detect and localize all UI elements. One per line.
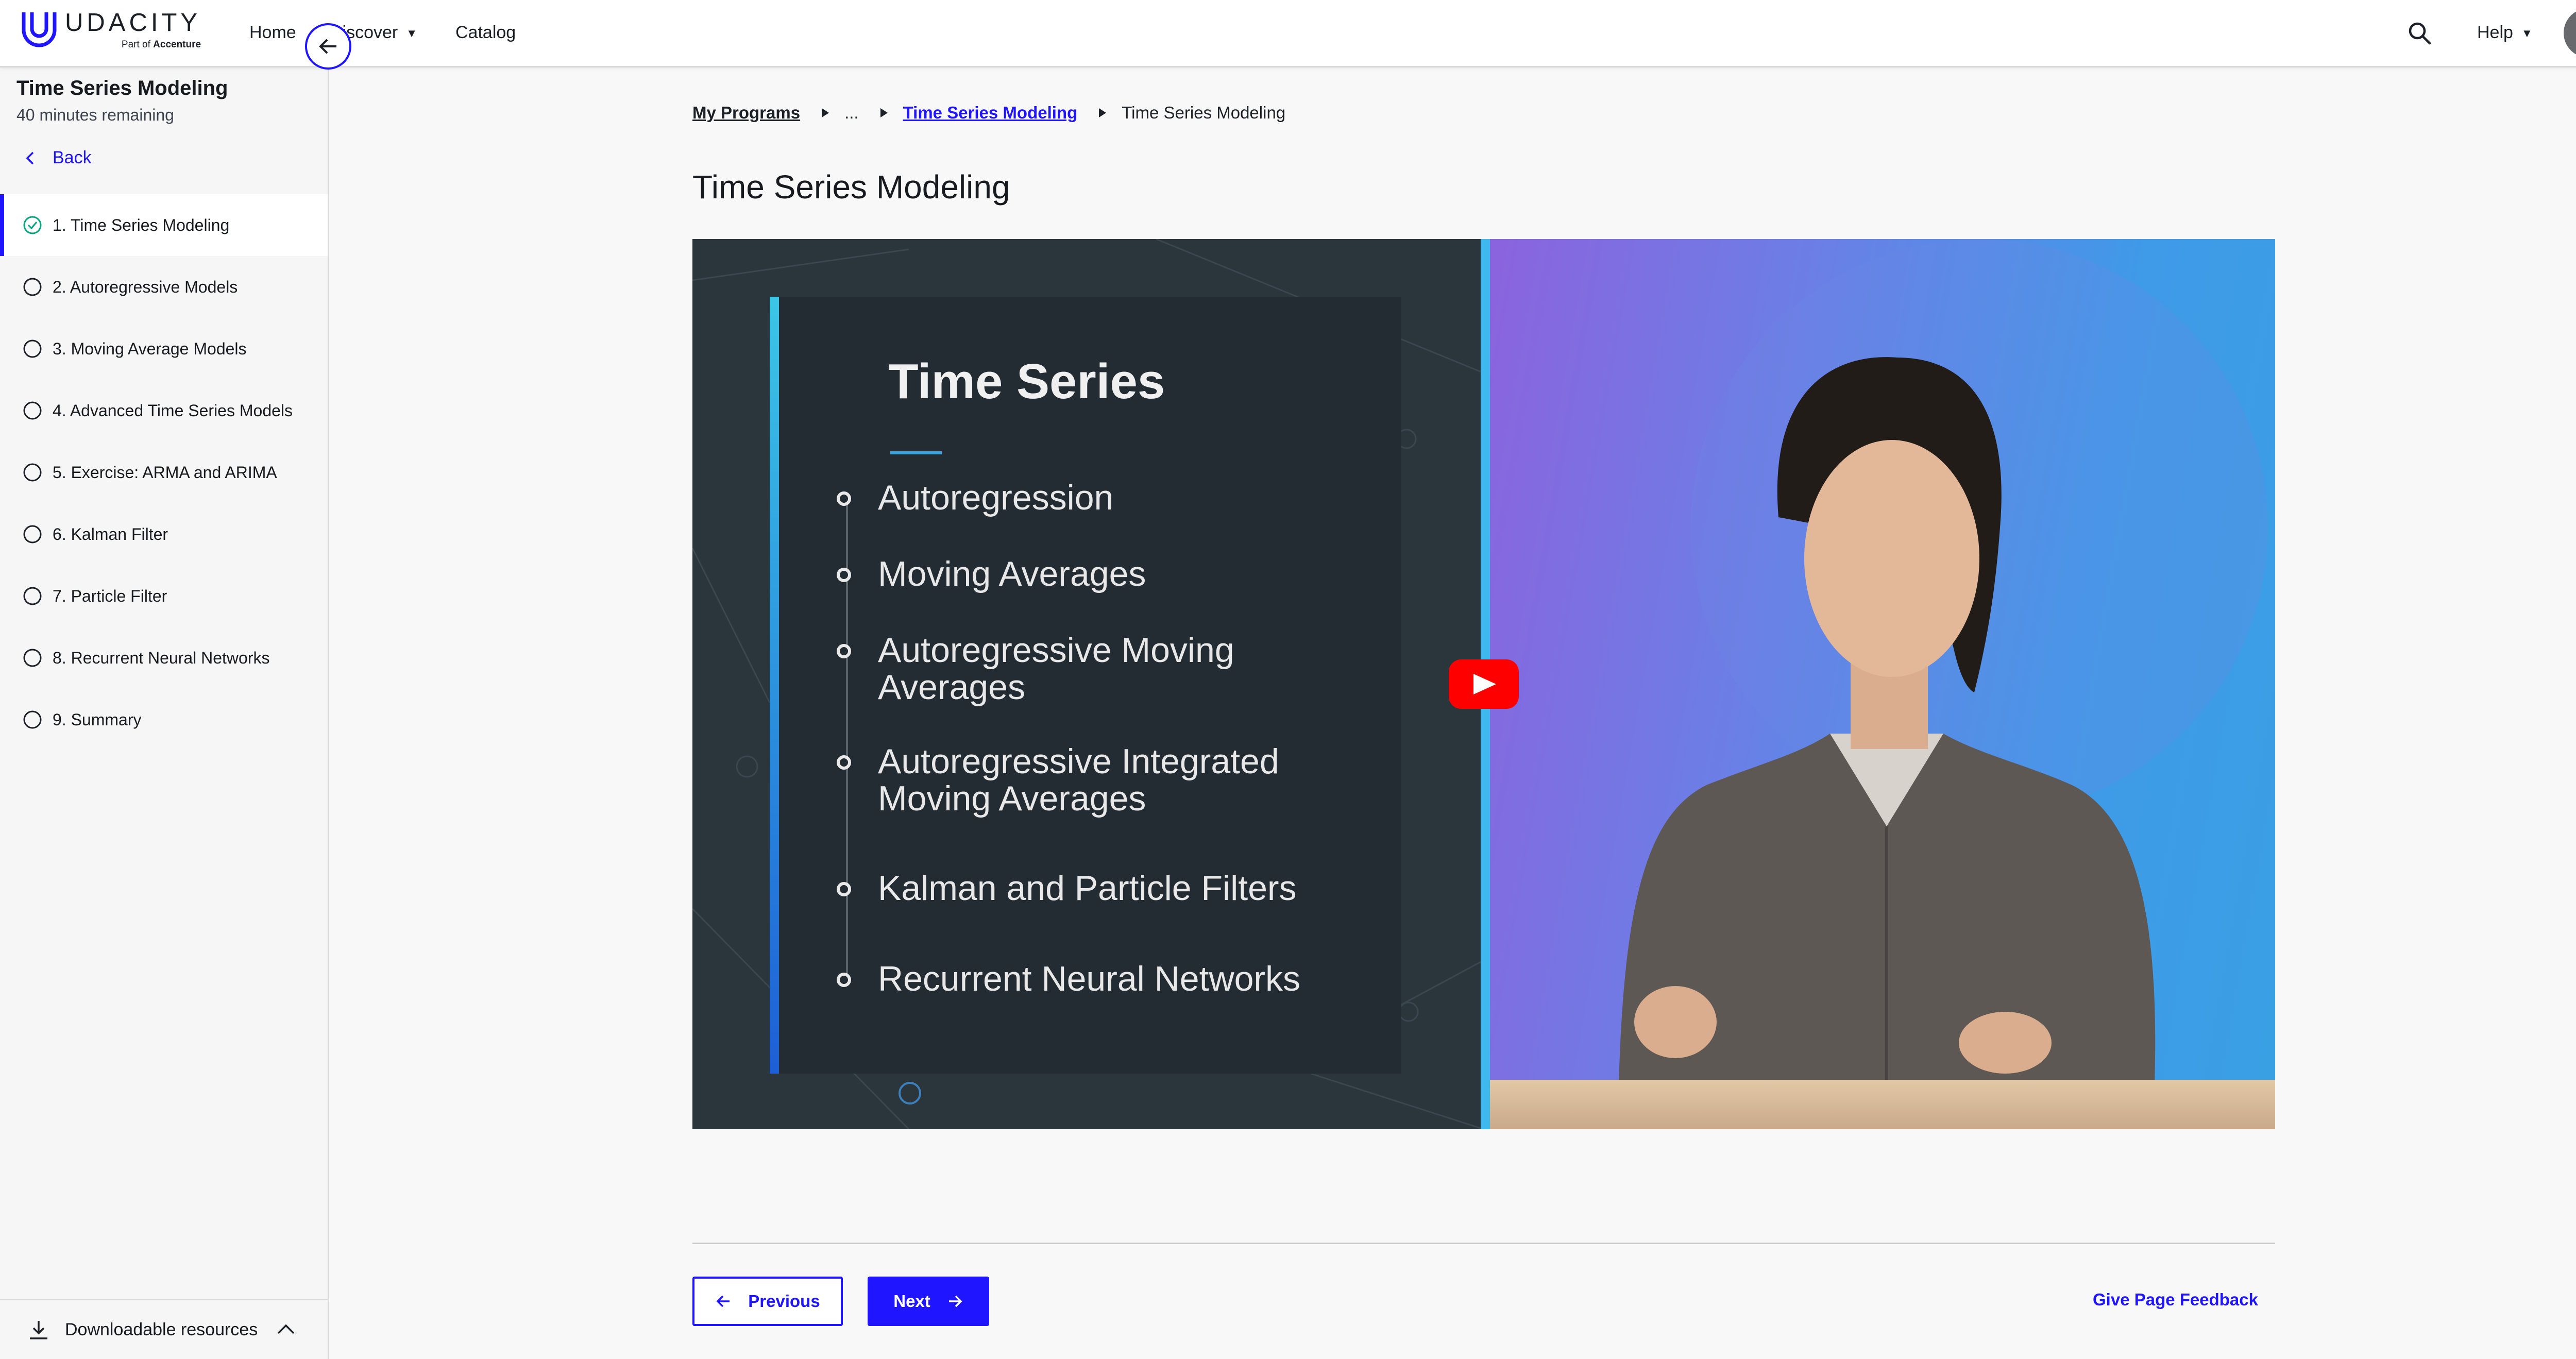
slide-topic-text: Autoregressive Integrated Moving Average… (878, 742, 1279, 818)
timeline-dot (837, 882, 851, 896)
lesson-label: 2. Autoregressive Models (53, 277, 238, 296)
nav-home-link[interactable]: Home (249, 21, 296, 44)
breadcrumb-ellipsis[interactable]: ... (844, 103, 859, 123)
udacity-logo[interactable]: UDACITY Part of Accenture (21, 9, 201, 57)
sidebar-lesson-item[interactable]: 9. Summary (0, 689, 328, 751)
back-link[interactable]: Back (23, 148, 92, 168)
presenter-figure (1619, 239, 2268, 1084)
timeline-dot (837, 973, 851, 987)
logo-subtitle: Part of Accenture (121, 39, 201, 50)
empty-circle-icon (23, 463, 42, 482)
sidebar-lesson-item[interactable]: 7. Particle Filter (0, 565, 328, 627)
slide-topic-text: Recurrent Neural Networks (878, 959, 1301, 998)
slide-accent-bar (770, 297, 779, 1074)
caret-right-icon (1099, 108, 1107, 117)
empty-circle-icon (23, 587, 42, 605)
slide-topic-item: Moving Averages (837, 555, 1331, 592)
downloadable-resources-toggle[interactable]: Downloadable resources (0, 1299, 328, 1359)
chevron-up-icon (277, 1324, 295, 1334)
slide-topic-item: Autoregressive Integrated Moving Average… (837, 743, 1331, 817)
empty-circle-icon (23, 401, 42, 420)
lesson-sidebar: Time Series Modeling 40 minutes remainin… (0, 67, 329, 1359)
empty-circle-icon (23, 525, 42, 543)
breadcrumb-current: Time Series Modeling (1122, 103, 1286, 122)
timeline-dot (837, 755, 851, 770)
next-label: Next (893, 1292, 930, 1311)
sidebar-lesson-item[interactable]: 2. Autoregressive Models (0, 256, 328, 318)
arrow-left-icon (716, 1295, 730, 1307)
breadcrumb: My Programs ... Time Series Modeling Tim… (692, 103, 1285, 123)
caret-right-icon (822, 108, 829, 117)
download-icon (30, 1321, 47, 1339)
lesson-label: 1. Time Series Modeling (53, 215, 230, 234)
nav-help-menu[interactable]: Help ▼ (2477, 21, 2533, 45)
breadcrumb-my-programs[interactable]: My Programs (692, 103, 800, 123)
presenter-video-frame (1490, 239, 2275, 1129)
video-player[interactable]: Time Series Autoregression Moving Average… (692, 239, 2275, 1129)
timeline-dot (837, 644, 851, 658)
sidebar-lesson-item[interactable]: 8. Recurrent Neural Networks (0, 627, 328, 689)
sidebar-lesson-item[interactable]: 1. Time Series Modeling (0, 194, 328, 256)
empty-circle-icon (23, 710, 42, 729)
top-navigation: UDACITY Part of Accenture Home Discover ▼… (0, 0, 2576, 67)
lesson-label: 3. Moving Average Models (53, 339, 247, 358)
back-label: Back (53, 148, 92, 167)
timeline-dot (837, 491, 851, 506)
logo-wordmark: UDACITY (65, 9, 201, 37)
lesson-list: 1. Time Series Modeling 2. Autoregressive… (0, 194, 328, 751)
give-feedback-link[interactable]: Give Page Feedback (2093, 1290, 2258, 1310)
play-icon (1473, 674, 1496, 694)
lesson-label: 4. Advanced Time Series Models (53, 401, 293, 420)
sidebar-lesson-item[interactable]: 4. Advanced Time Series Models (0, 380, 328, 441)
slide-topic-item: Autoregressive Moving Averages (837, 632, 1331, 706)
search-icon[interactable] (2407, 21, 2432, 45)
nav-catalog-link[interactable]: Catalog (455, 21, 516, 44)
empty-circle-icon (23, 278, 42, 296)
slide-topic-text: Autoregression (878, 478, 1114, 517)
chevron-left-icon (26, 151, 34, 164)
breadcrumb-course[interactable]: Time Series Modeling (903, 103, 1078, 123)
udacity-logo-icon (22, 12, 57, 47)
slide-topic-text: Autoregressive Moving Averages (878, 631, 1234, 707)
arrow-left-icon (319, 39, 336, 54)
slide-topic-item: Autoregression (837, 479, 1331, 516)
lesson-label: 8. Recurrent Neural Networks (53, 648, 270, 667)
next-button[interactable]: Next (868, 1277, 989, 1326)
lesson-label: 9. Summary (53, 710, 142, 729)
caret-right-icon (880, 108, 888, 117)
video-slide-pane: Time Series Autoregression Moving Average… (692, 239, 1484, 1129)
page-title: Time Series Modeling (692, 168, 1010, 206)
lesson-label: 6. Kalman Filter (53, 524, 168, 543)
play-button[interactable] (1449, 659, 1519, 709)
previous-button[interactable]: Previous (692, 1277, 843, 1326)
empty-circle-icon (23, 339, 42, 358)
slide-topic-text: Kalman and Particle Filters (878, 869, 1297, 908)
collapse-sidebar-button[interactable] (305, 23, 351, 70)
lesson-label: 7. Particle Filter (53, 586, 167, 605)
previous-label: Previous (748, 1292, 820, 1311)
slide-topic-text: Moving Averages (878, 554, 1146, 593)
timeline-dot (837, 568, 851, 582)
sidebar-lesson-item[interactable]: 5. Exercise: ARMA and ARIMA (0, 441, 328, 503)
user-avatar[interactable]: HC (2564, 8, 2576, 58)
presenter-desk (1490, 1080, 2275, 1129)
slide-topic-item: Kalman and Particle Filters (837, 870, 1331, 907)
sidebar-lesson-item[interactable]: 6. Kalman Filter (0, 503, 328, 565)
arrow-right-icon (948, 1295, 962, 1307)
slide-heading: Time Series (888, 354, 1165, 409)
slide-heading-underline (890, 451, 942, 454)
footer-divider (692, 1243, 2275, 1244)
sidebar-lesson-item[interactable]: 3. Moving Average Models (0, 318, 328, 380)
caret-down-icon: ▼ (2521, 27, 2533, 40)
empty-circle-icon (23, 649, 42, 667)
time-remaining: 40 minutes remaining (16, 106, 174, 124)
lesson-label: 5. Exercise: ARMA and ARIMA (53, 463, 277, 482)
sidebar-title: Time Series Modeling (16, 77, 228, 99)
caret-down-icon: ▼ (406, 27, 418, 40)
downloadable-resources-label: Downloadable resources (65, 1319, 258, 1339)
check-circle-icon (23, 216, 42, 234)
slide-topic-item: Recurrent Neural Networks (837, 960, 1331, 997)
